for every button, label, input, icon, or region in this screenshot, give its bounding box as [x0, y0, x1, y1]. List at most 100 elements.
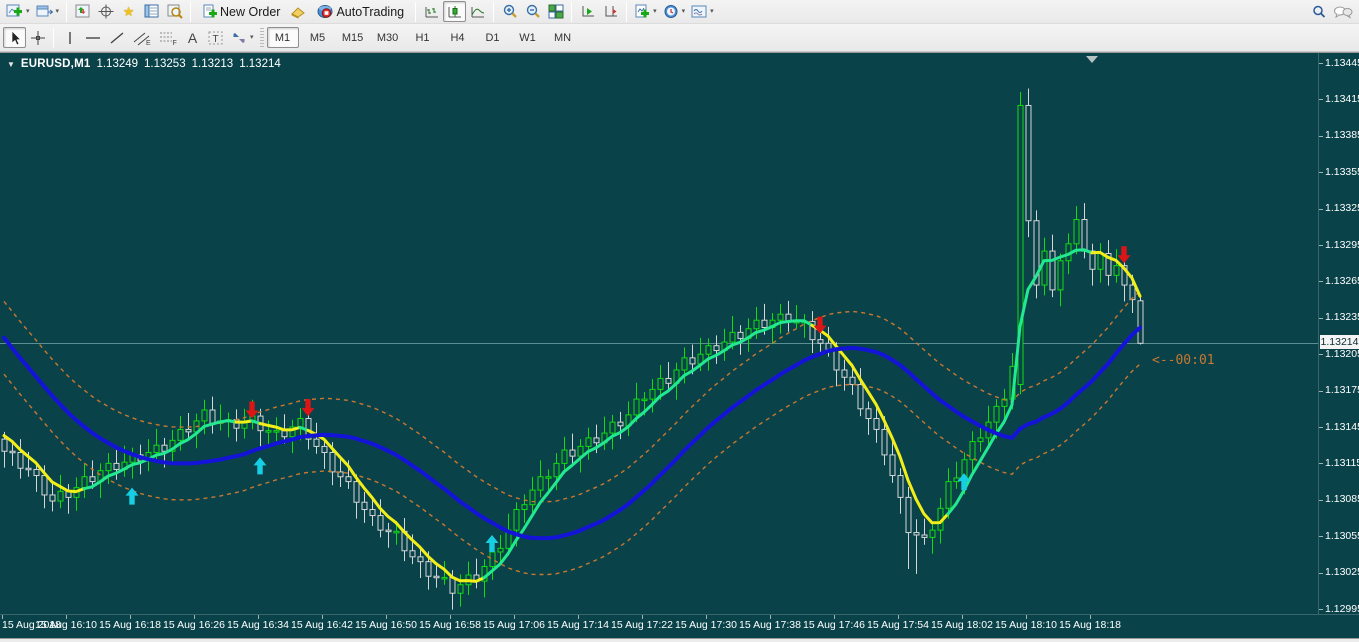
- data-window-button[interactable]: [140, 1, 163, 22]
- svg-text:T: T: [213, 34, 219, 45]
- price-axis-tick: [1319, 281, 1323, 282]
- trendline-icon: [110, 31, 124, 44]
- timeframe-button-d1[interactable]: D1: [477, 27, 509, 48]
- price-axis[interactable]: 1.13214 1.13445 1.13415 1.13385 1.13355 1.13…: [1318, 53, 1359, 615]
- timeframe-button-w1[interactable]: W1: [512, 27, 544, 48]
- candle-timer-text: <--00:01: [1152, 353, 1215, 368]
- autotrading-icon: [317, 5, 333, 18]
- symbol-period-label: EURUSD,M1: [20, 58, 91, 70]
- line-chart-mode-button[interactable]: [466, 1, 489, 22]
- crosshair-button[interactable]: [94, 1, 117, 22]
- expert-advisors-button[interactable]: [287, 1, 310, 22]
- timeframe-button-h4[interactable]: H4: [442, 27, 474, 48]
- chart-window[interactable]: <--00:01 ▼ EURUSD,M1 1.13249 1.13253 1.1…: [0, 52, 1359, 638]
- auto-scroll-button[interactable]: [576, 1, 599, 22]
- new-order-button[interactable]: New Order: [195, 1, 287, 22]
- time-axis-label: 15 Aug 16:10: [35, 619, 97, 631]
- toolbar-separator: [493, 1, 495, 22]
- timeframe-button-m30[interactable]: M30: [372, 27, 404, 48]
- price-axis-label: 1.13175: [1325, 384, 1359, 397]
- quote-close: 1.13214: [239, 58, 281, 70]
- price-axis-tick: [1319, 463, 1323, 464]
- new-chart-dropdown-icon[interactable]: ▾: [26, 8, 30, 15]
- zoom-in-button[interactable]: [498, 1, 521, 22]
- cursor-tool-button[interactable]: [3, 27, 26, 48]
- toolbar-drag-handle[interactable]: [259, 27, 264, 48]
- symbol-dropdown-icon[interactable]: ▼: [7, 60, 15, 69]
- toolbar-separator: [66, 1, 68, 22]
- timeframe-button-m1[interactable]: M1: [266, 27, 299, 48]
- chat-bubbles-icon: [1334, 6, 1353, 19]
- text-tool-button[interactable]: A: [181, 27, 204, 48]
- chart-shift-icon: [605, 6, 617, 17]
- zoom-out-icon: [526, 4, 540, 18]
- crosshair-tool-icon: [30, 30, 45, 45]
- price-axis-tick: [1319, 391, 1323, 392]
- bar-chart-mode-button[interactable]: [420, 1, 443, 22]
- time-axis-label: 15 Aug 18:18: [1059, 619, 1121, 631]
- time-axis-label: 15 Aug 16:42: [291, 619, 353, 631]
- timeframe-button-m15[interactable]: M15: [337, 27, 369, 48]
- equidistant-channel-tool-button[interactable]: E: [129, 27, 155, 48]
- buy-signal-arrow: [125, 487, 139, 505]
- chart-shift-button[interactable]: [599, 1, 622, 22]
- horizontal-line-tool-button[interactable]: [81, 27, 105, 48]
- autotrading-label: AutoTrading: [336, 4, 405, 19]
- search-button[interactable]: [1307, 1, 1330, 22]
- timeframe-button-m5[interactable]: M5: [302, 27, 334, 48]
- crosshair-tool-button[interactable]: [26, 27, 49, 48]
- toolbar-separator: [626, 1, 628, 22]
- time-axis-label: 15 Aug 17:54: [867, 619, 929, 631]
- price-axis-label: 1.13085: [1325, 493, 1359, 506]
- periods-button[interactable]: ▾: [660, 1, 689, 22]
- price-axis-label: 1.13235: [1325, 311, 1359, 324]
- zoom-out-button[interactable]: [521, 1, 544, 22]
- crosshair-icon: [98, 4, 114, 19]
- profiles-dropdown-icon[interactable]: ▾: [56, 8, 60, 15]
- chat-button[interactable]: [1330, 1, 1356, 22]
- data-window-icon: [144, 4, 159, 18]
- tile-windows-button[interactable]: [544, 1, 567, 22]
- price-axis-label: 1.13325: [1325, 202, 1359, 215]
- price-axis-tick: [1319, 136, 1323, 137]
- profiles-icon: [36, 5, 53, 17]
- price-axis-tick: [1319, 63, 1323, 64]
- timeframe-button-mn[interactable]: MN: [547, 27, 579, 48]
- equidistant-channel-icon: E: [133, 32, 151, 46]
- text-label-icon: T: [208, 31, 223, 45]
- chart-shift-marker[interactable]: [1086, 56, 1098, 63]
- price-axis-label: 1.13445: [1325, 56, 1359, 69]
- templates-dropdown-icon[interactable]: ▾: [710, 8, 714, 15]
- fibonacci-tool-button[interactable]: F: [155, 27, 181, 48]
- indicators-dropdown-icon[interactable]: ▾: [653, 8, 657, 15]
- timeframes-toolbar: M1 M5 M15 M30 H1 H4 D1 W1 MN: [266, 27, 579, 48]
- tile-windows-icon: [548, 4, 564, 19]
- autotrading-button[interactable]: AutoTrading: [310, 1, 411, 22]
- timeframe-button-h1[interactable]: H1: [407, 27, 439, 48]
- candlestick-mode-button[interactable]: [443, 1, 467, 22]
- time-axis[interactable]: 15 Aug 2018 15 Aug 16:10 15 Aug 16:18 15 Au…: [0, 614, 1359, 634]
- tick-chart-button[interactable]: [71, 1, 94, 22]
- time-axis-label: 15 Aug 16:58: [419, 619, 481, 631]
- arrows-tool-icon: [233, 32, 245, 43]
- vertical-line-tool-button[interactable]: [58, 27, 81, 48]
- periods-dropdown-icon[interactable]: ▾: [682, 8, 686, 15]
- favorites-button[interactable]: ★: [117, 1, 140, 22]
- time-axis-label: 15 Aug 18:02: [931, 619, 993, 631]
- time-axis-label: 15 Aug 17:38: [739, 619, 801, 631]
- auto-scroll-icon: [582, 6, 594, 17]
- market-watch-button[interactable]: [163, 1, 186, 22]
- indicators-button[interactable]: ▾: [631, 1, 660, 22]
- favorites-star-icon: ★: [122, 4, 135, 19]
- new-chart-button[interactable]: ▾: [3, 1, 33, 22]
- price-axis-tick: [1319, 573, 1323, 574]
- arrows-tool-button[interactable]: ▾: [228, 27, 257, 48]
- arrows-dropdown-icon[interactable]: ▾: [250, 34, 254, 41]
- text-label-tool-button[interactable]: T: [204, 27, 228, 48]
- chart-canvas[interactable]: <--00:01: [0, 53, 1318, 614]
- profiles-button[interactable]: ▾: [33, 1, 63, 22]
- time-axis-label: 15 Aug 17:46: [803, 619, 865, 631]
- text-tool-icon: A: [187, 29, 198, 46]
- templates-button[interactable]: ▾: [688, 1, 717, 22]
- trendline-tool-button[interactable]: [105, 27, 129, 48]
